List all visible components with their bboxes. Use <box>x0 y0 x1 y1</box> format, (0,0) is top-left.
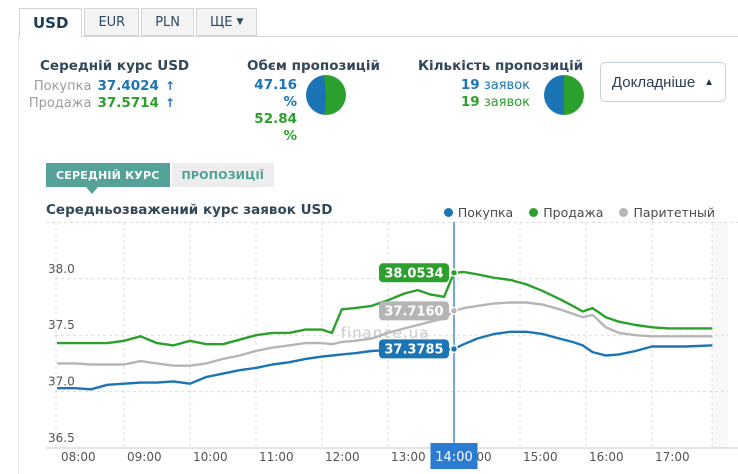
x-axis-tick-label: 08:00 <box>61 450 96 464</box>
x-axis-tick-label: 15:00 <box>523 450 558 464</box>
tab-pln-label: PLN <box>155 15 180 30</box>
tab-usd-label: USD <box>33 14 68 32</box>
chevron-down-icon: ▼ <box>236 17 243 27</box>
tab-eur[interactable]: EUR <box>84 8 139 36</box>
x-axis-tick-label: 12:00 <box>325 450 360 464</box>
tab-eur-label: EUR <box>98 15 125 30</box>
currency-tabbar: USD EUR PLN ЩЕ ▼ <box>19 8 257 37</box>
x-axis-tick-label: 17:00 <box>655 450 690 464</box>
x-axis-tick-label: 16:00 <box>589 450 624 464</box>
tab-pln[interactable]: PLN <box>141 8 194 36</box>
plot-right-band <box>712 222 728 448</box>
tab-usd[interactable]: USD <box>19 8 82 37</box>
tab-more-label: ЩЕ <box>210 15 232 30</box>
x-axis-tick-label: 09:00 <box>127 450 162 464</box>
x-axis-tick-label: 11:00 <box>259 450 294 464</box>
rates-line-chart: 36.537.037.538.0finance.ua08:0009:0010:0… <box>0 0 738 474</box>
subtab-offers[interactable]: ПРОПОЗИЦІЇ <box>172 163 275 187</box>
x-axis-tick-label: 13:00 <box>391 450 426 464</box>
chart-mode-tabs: СЕРЕДНІЙ КУРС ПРОПОЗИЦІЇ <box>46 163 274 187</box>
subtab-average-rate[interactable]: СЕРЕДНІЙ КУРС <box>46 163 170 187</box>
x-axis-tick-label: 10:00 <box>193 450 228 464</box>
chart-plot-area[interactable] <box>56 222 712 448</box>
tab-more[interactable]: ЩЕ ▼ <box>196 8 257 36</box>
time-marker-label: 14:00 <box>435 450 472 465</box>
